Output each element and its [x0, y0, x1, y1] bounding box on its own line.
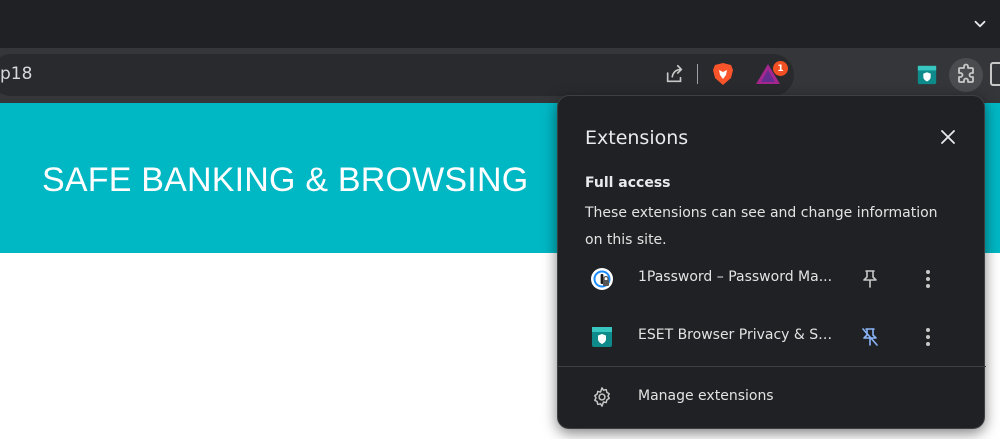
- popup-divider: [558, 366, 986, 367]
- extension-name: 1Password – Password Ma...: [638, 269, 833, 285]
- extension-row-1password[interactable]: 1Password – Password Ma...: [558, 252, 986, 306]
- extensions-popup: Extensions Full access These extensions …: [557, 95, 986, 429]
- extensions-button[interactable]: [949, 58, 983, 92]
- page-body-text: ...........................: [130, 430, 430, 439]
- omnibox-separator: [697, 64, 698, 84]
- manage-extensions-button[interactable]: Manage extensions: [558, 371, 986, 423]
- close-icon[interactable]: [936, 125, 960, 149]
- manage-extensions-label: Manage extensions: [638, 388, 774, 404]
- eset-toolbar-button[interactable]: [910, 58, 944, 92]
- tab-search-chevron-icon[interactable]: [968, 12, 992, 36]
- notification-badge: 1: [773, 61, 788, 76]
- tab-strip: [0, 0, 1000, 48]
- more-options-icon[interactable]: [916, 325, 940, 349]
- address-bar-text[interactable]: p18: [0, 64, 32, 84]
- eset-icon: [917, 65, 937, 85]
- pin-icon[interactable]: [858, 267, 882, 291]
- eset-icon: [590, 325, 614, 349]
- unpin-icon[interactable]: [858, 325, 882, 349]
- banner-title: SAFE BANKING & BROWSING: [42, 161, 529, 199]
- full-access-heading: Full access: [585, 175, 671, 191]
- gear-icon: [590, 385, 614, 409]
- more-options-icon[interactable]: [916, 267, 940, 291]
- puzzle-icon: [958, 63, 974, 83]
- extension-row-eset[interactable]: ESET Browser Privacy & Se...: [558, 310, 986, 364]
- full-access-description: These extensions can see and change info…: [585, 205, 938, 248]
- share-icon[interactable]: [662, 61, 688, 87]
- brave-shields-icon[interactable]: [710, 61, 736, 87]
- popup-title: Extensions: [585, 127, 689, 149]
- onepassword-icon: [590, 267, 614, 291]
- extension-name: ESET Browser Privacy & Se...: [638, 327, 838, 343]
- side-panel-icon[interactable]: [990, 62, 1000, 86]
